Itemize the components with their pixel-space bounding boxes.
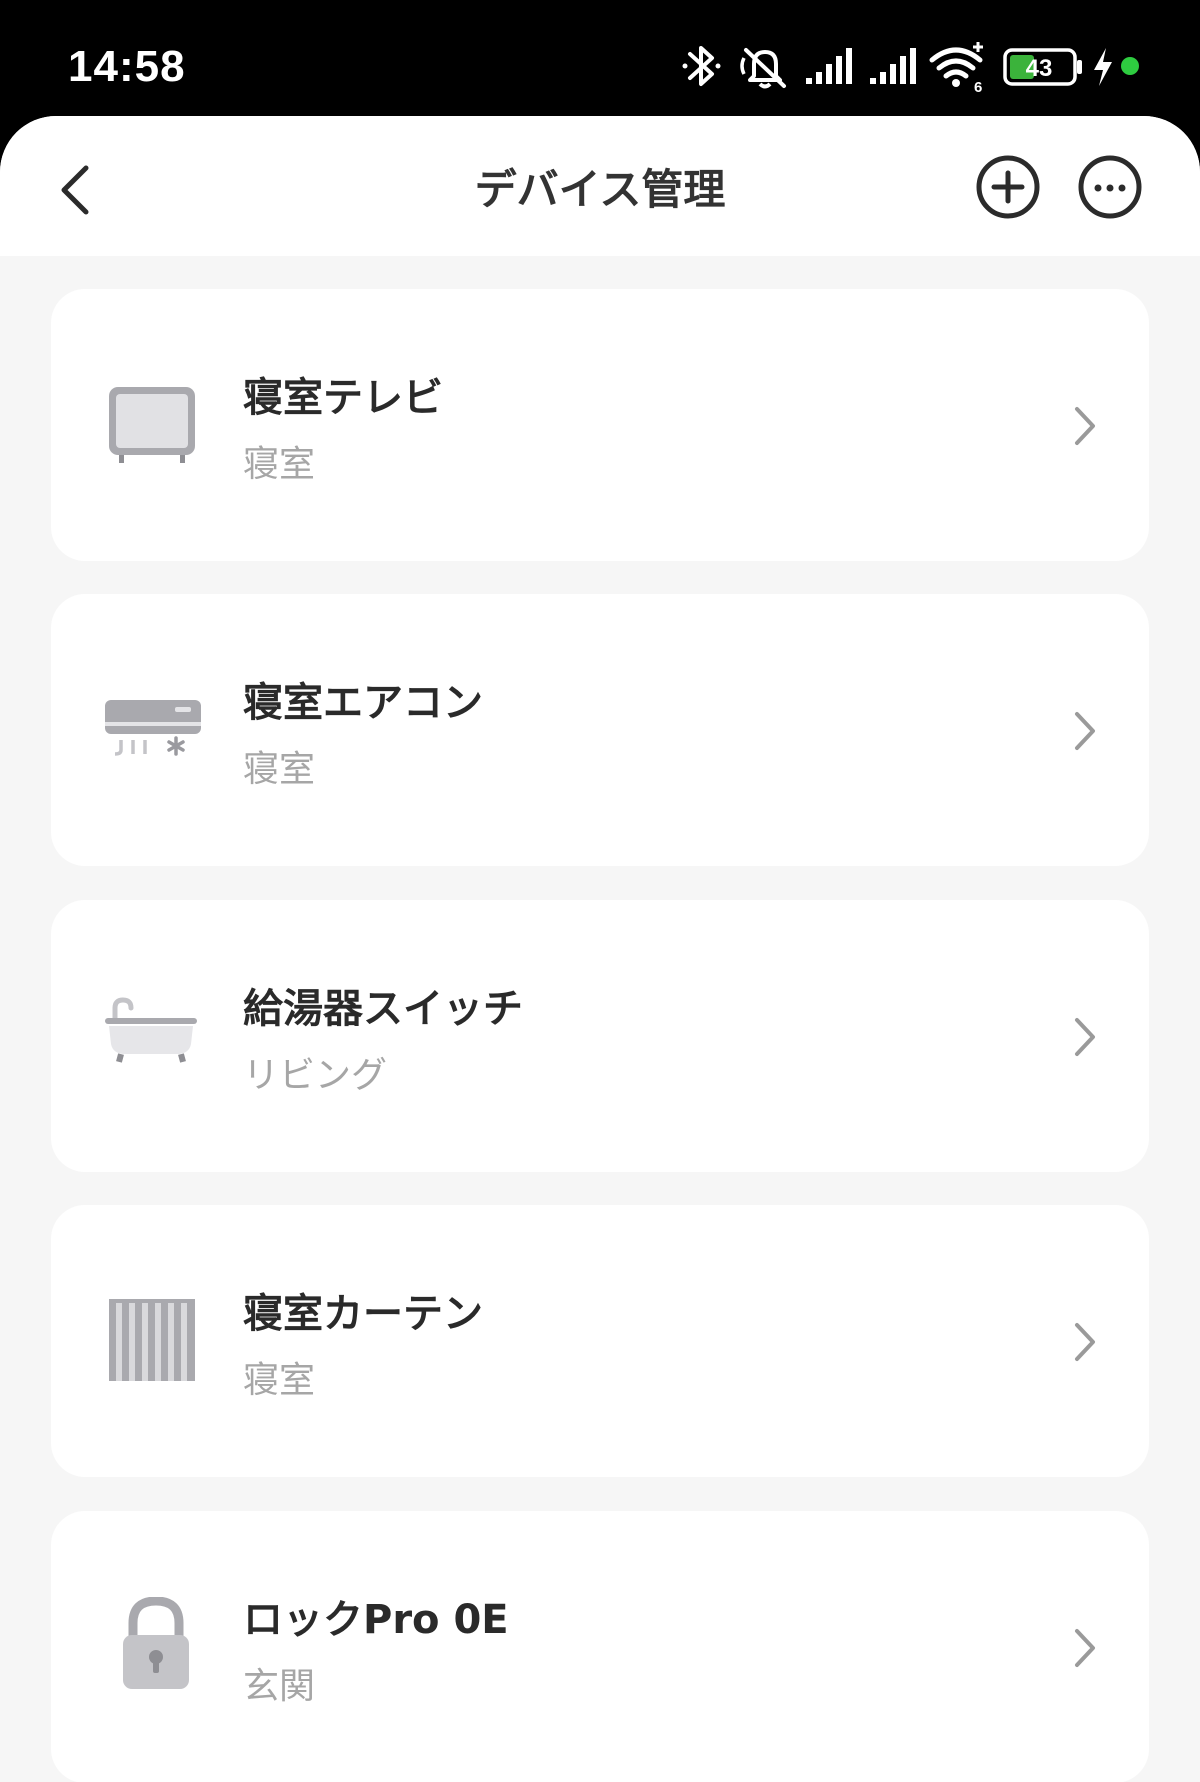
dot-indicator xyxy=(1121,57,1139,75)
muted-bell-icon xyxy=(740,48,786,89)
device-card-lock-pro[interactable]: ロックPro 0E 玄関 xyxy=(51,1511,1149,1782)
device-room: 玄関 xyxy=(243,1666,316,1707)
curtain-icon xyxy=(109,1299,195,1381)
device-card-bedroom-tv[interactable]: 寝室テレビ 寝室 xyxy=(51,289,1149,561)
status-bar: 14:58 6 43 xyxy=(0,0,1200,116)
device-name: 寝室カーテン xyxy=(243,1291,483,1337)
device-name: 給湯器スイッチ xyxy=(243,986,523,1032)
device-name: 寝室エアコン xyxy=(243,680,483,726)
tv-icon xyxy=(109,387,195,463)
device-card-water-heater-switch[interactable]: 給湯器スイッチ リビング xyxy=(51,900,1149,1172)
bluetooth-icon xyxy=(682,46,721,86)
wifi-icon: 6 xyxy=(929,42,983,94)
device-room: 寝室 xyxy=(243,444,316,485)
more-horizontal-icon xyxy=(1078,155,1142,219)
battery-icon: 43 xyxy=(1003,48,1082,86)
page-title-text: デバイス管理 xyxy=(474,165,726,214)
device-management-screen: デバイス管理 寝室テレビ 寝室 寝室エアコン 寝室 給湯器スイッチ リビング 寝… xyxy=(0,116,1200,1782)
air-conditioner-icon xyxy=(105,700,201,756)
chevron-right-icon xyxy=(1075,1629,1095,1667)
page-title: デバイス管理 xyxy=(0,116,1100,256)
bathtub-icon xyxy=(105,997,197,1063)
status-icons: 6 43 xyxy=(670,38,1150,94)
signal-icon xyxy=(806,48,852,84)
plus-circle-icon xyxy=(976,155,1040,219)
chevron-right-icon xyxy=(1075,407,1095,445)
chevron-right-icon xyxy=(1075,712,1095,750)
device-room: 寝室 xyxy=(243,749,316,790)
device-room: 寝室 xyxy=(243,1360,316,1401)
device-card-bedroom-curtain[interactable]: 寝室カーテン 寝室 xyxy=(51,1205,1149,1477)
device-name: ロックPro 0E xyxy=(243,1597,509,1643)
wifi-badge: 6 xyxy=(974,79,982,94)
chevron-right-icon xyxy=(1075,1323,1095,1361)
lock-icon xyxy=(123,1597,189,1689)
device-name: 寝室テレビ xyxy=(243,375,443,421)
device-room: リビング xyxy=(243,1055,388,1096)
charging-icon xyxy=(1094,48,1112,86)
device-card-bedroom-aircon[interactable]: 寝室エアコン 寝室 xyxy=(51,594,1149,866)
status-time: 14:58 xyxy=(68,42,186,91)
add-device-button[interactable] xyxy=(975,154,1041,220)
header: デバイス管理 xyxy=(0,116,1200,256)
chevron-right-icon xyxy=(1075,1018,1095,1056)
signal-icon xyxy=(870,48,916,84)
more-button[interactable] xyxy=(1077,154,1143,220)
battery-level: 43 xyxy=(1026,55,1053,82)
